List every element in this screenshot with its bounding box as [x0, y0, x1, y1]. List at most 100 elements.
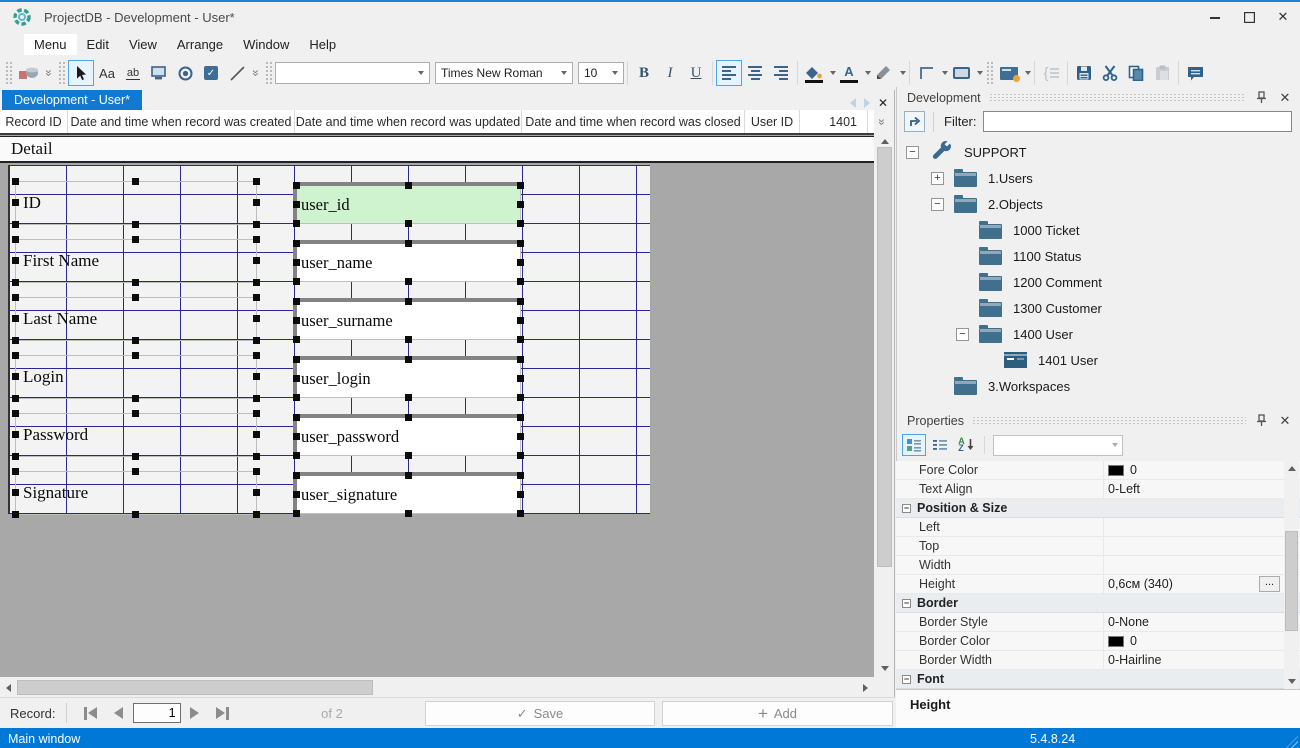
development-close-icon[interactable]: ✕	[1276, 90, 1294, 106]
property-row-border-width[interactable]: Border Width0-Hairline	[896, 651, 1300, 670]
selection-handle[interactable]	[12, 410, 19, 417]
first-record-button[interactable]	[79, 702, 103, 724]
selection-handle[interactable]	[517, 452, 524, 459]
selection-handle[interactable]	[293, 433, 300, 440]
selection-handle[interactable]	[517, 472, 524, 479]
field-textbox-user_name[interactable]: user_name	[293, 240, 521, 282]
select-cursor-icon[interactable]	[68, 60, 94, 86]
properties-close-icon[interactable]: ✕	[1276, 413, 1294, 429]
selection-handle[interactable]	[517, 394, 524, 401]
selection-handle[interactable]	[517, 298, 524, 305]
property-row-fore-color[interactable]: Fore Color0	[896, 461, 1300, 480]
toolbar-grip[interactable]	[986, 61, 993, 85]
property-category-border[interactable]: −Border	[896, 594, 1300, 613]
field-label-user_password[interactable]: Password	[15, 413, 257, 457]
selection-handle[interactable]	[517, 510, 524, 517]
form-badge-dropdown-icon[interactable]	[1025, 71, 1031, 75]
align-left-icon[interactable]	[716, 60, 742, 86]
selection-handle[interactable]	[293, 452, 300, 459]
selection-handle[interactable]	[132, 236, 139, 243]
selection-handle[interactable]	[253, 373, 260, 380]
expand-icon[interactable]: +	[931, 172, 944, 185]
alphabetical-view-icon[interactable]	[928, 434, 952, 456]
next-record-button[interactable]	[183, 702, 207, 724]
tab-scroll-right-icon[interactable]	[864, 98, 870, 108]
minimize-button[interactable]	[1198, 4, 1232, 30]
selection-handle[interactable]	[253, 257, 260, 264]
property-category-font[interactable]: −Font	[896, 670, 1300, 689]
tree-item-1300-customer[interactable]: 1300 Customer	[896, 295, 1300, 321]
column-header[interactable]: Date and time when record was updated	[295, 110, 522, 133]
selection-handle[interactable]	[132, 511, 139, 518]
menu-menu[interactable]: Menu	[24, 34, 77, 55]
selection-handle[interactable]	[12, 373, 19, 380]
record-number-input[interactable]	[133, 703, 181, 723]
selection-handle[interactable]	[132, 352, 139, 359]
property-value[interactable]: 0-Left	[1104, 480, 1300, 498]
tree-item-3-workspaces[interactable]: 3.Workspaces	[896, 373, 1300, 399]
monitor-icon[interactable]	[146, 60, 172, 86]
property-value[interactable]: 0-Hairline	[1104, 651, 1300, 669]
collapse-icon[interactable]: −	[902, 504, 911, 513]
selection-handle[interactable]	[293, 220, 300, 227]
field-textbox-user_signature[interactable]: user_signature	[293, 472, 521, 514]
selection-handle[interactable]	[405, 336, 412, 343]
menu-window[interactable]: Window	[233, 34, 299, 55]
selection-handle[interactable]	[132, 410, 139, 417]
selection-handle[interactable]	[517, 317, 524, 324]
column-header[interactable]: Date and time when record was created	[68, 110, 295, 133]
bold-icon[interactable]: B	[631, 60, 657, 86]
selection-handle[interactable]	[12, 315, 19, 322]
selection-handle[interactable]	[405, 510, 412, 517]
sync-selection-icon[interactable]	[904, 111, 925, 132]
scroll-down-icon[interactable]	[1284, 674, 1299, 689]
selection-handle[interactable]	[517, 491, 524, 498]
add-record-button[interactable]: + Add	[662, 701, 893, 726]
toolbar-overflow-icon[interactable]: »	[249, 67, 263, 79]
selection-handle[interactable]	[253, 352, 260, 359]
selection-handle[interactable]	[517, 220, 524, 227]
selection-handle[interactable]	[293, 375, 300, 382]
selection-handle[interactable]	[12, 395, 19, 402]
selection-handle[interactable]	[405, 240, 412, 247]
collapse-icon[interactable]: −	[902, 599, 911, 608]
properties-scrollbar[interactable]	[1284, 461, 1299, 689]
toolbar-overflow-icon[interactable]: »	[42, 67, 56, 79]
font-size-combobox[interactable]: 10	[578, 62, 624, 84]
selection-handle[interactable]	[517, 240, 524, 247]
selection-handle[interactable]	[12, 199, 19, 206]
pen-dropdown-icon[interactable]	[900, 71, 906, 75]
align-center-icon[interactable]	[742, 60, 768, 86]
menu-view[interactable]: View	[119, 34, 167, 55]
selection-handle[interactable]	[517, 201, 524, 208]
selection-handle[interactable]	[405, 356, 412, 363]
property-value[interactable]	[1104, 518, 1300, 536]
selection-handle[interactable]	[253, 199, 260, 206]
selection-handle[interactable]	[253, 431, 260, 438]
selection-handle[interactable]	[405, 220, 412, 227]
selection-handle[interactable]	[12, 178, 19, 185]
note-icon[interactable]	[1182, 60, 1208, 86]
selection-handle[interactable]	[293, 472, 300, 479]
column-header[interactable]: User ID	[745, 110, 800, 133]
selection-handle[interactable]	[253, 221, 260, 228]
selection-handle[interactable]	[293, 491, 300, 498]
field-textbox-user_surname[interactable]: user_surname	[293, 298, 521, 340]
close-button[interactable]: ✕	[1266, 4, 1300, 30]
property-value[interactable]: 0-None	[1104, 613, 1300, 631]
selection-handle[interactable]	[12, 453, 19, 460]
tree-item-1401-user[interactable]: 1401 User	[896, 347, 1300, 373]
cut-icon[interactable]	[1097, 60, 1123, 86]
selection-handle[interactable]	[12, 431, 19, 438]
properties-scrollbar-thumb[interactable]	[1285, 531, 1298, 631]
previous-record-button[interactable]	[107, 702, 131, 724]
selection-handle[interactable]	[253, 489, 260, 496]
filter-input[interactable]	[983, 111, 1293, 132]
property-value[interactable]: 0	[1104, 461, 1300, 479]
selection-handle[interactable]	[12, 236, 19, 243]
tree-item-2-objects[interactable]: −2.Objects	[896, 191, 1300, 217]
format-icon[interactable]: Aa	[94, 60, 120, 86]
menu-help[interactable]: Help	[299, 34, 346, 55]
scroll-left-icon[interactable]	[0, 679, 17, 696]
datasource-icon[interactable]	[15, 60, 43, 86]
